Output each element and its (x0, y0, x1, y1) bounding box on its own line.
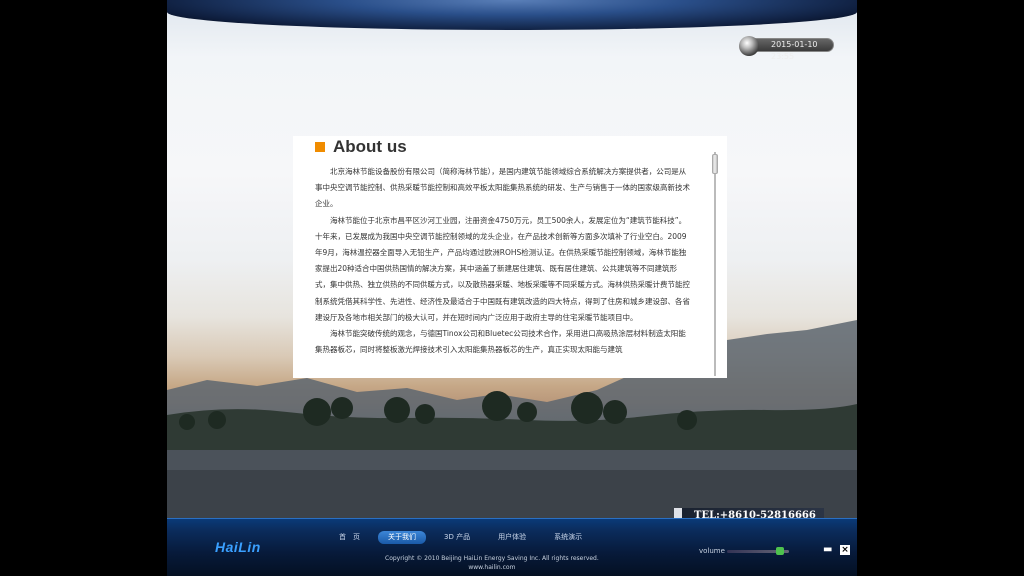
close-icon[interactable]: × (840, 545, 850, 555)
main-nav: 首 页 关于我们 3D 产品 用户体验 系统演示 (329, 531, 600, 544)
nav-home[interactable]: 首 页 (329, 531, 370, 544)
copyright: Copyright © 2010 Beijing HaiLin Energy S… (385, 554, 599, 572)
nav-3d-products[interactable]: 3D 产品 (434, 531, 480, 544)
copyright-line: Copyright © 2010 Beijing HaiLin Energy S… (385, 555, 599, 562)
scrollbar-thumb[interactable] (712, 154, 718, 174)
volume-knob[interactable] (776, 547, 784, 555)
about-paragraph: 北京海林节能设备股份有限公司（简称海林节能），是国内建筑节能领域综合系统解决方案… (315, 167, 690, 209)
scrollbar-track[interactable] (714, 152, 716, 376)
clock-display: 2015-01-10 23:55 (739, 36, 834, 61)
nav-system-demo[interactable]: 系统演示 (544, 531, 592, 544)
title-marker-icon (315, 142, 325, 152)
top-sky-band (167, 0, 857, 30)
about-paragraph: 海林节能位于北京市昌平区沙河工业园，注册资金4750万元，员工500余人，发展定… (315, 215, 690, 322)
nav-user-experience[interactable]: 用户体验 (488, 531, 536, 544)
footer-bar: HaiLin 首 页 关于我们 3D 产品 用户体验 系统演示 Copyrigh… (167, 518, 857, 576)
about-paragraph: 海林节能突破传统的观念，与德国Tinox公司和Bluetec公司技术合作，采用进… (315, 329, 686, 355)
hailin-logo[interactable]: HaiLin (215, 539, 261, 555)
about-body: 北京海林节能设备股份有限公司（简称海林节能），是国内建筑节能领域综合系统解决方案… (315, 164, 691, 374)
about-panel: About us 北京海林节能设备股份有限公司（简称海林节能），是国内建筑节能领… (293, 136, 727, 378)
clock-knob-icon (739, 36, 759, 56)
fullscreen-icon[interactable]: ▬ (823, 545, 835, 555)
nav-about[interactable]: 关于我们 (378, 531, 426, 544)
volume-label: volume (699, 547, 725, 555)
about-title: About us (333, 137, 407, 156)
website-link[interactable]: www.hailin.com (385, 563, 599, 572)
